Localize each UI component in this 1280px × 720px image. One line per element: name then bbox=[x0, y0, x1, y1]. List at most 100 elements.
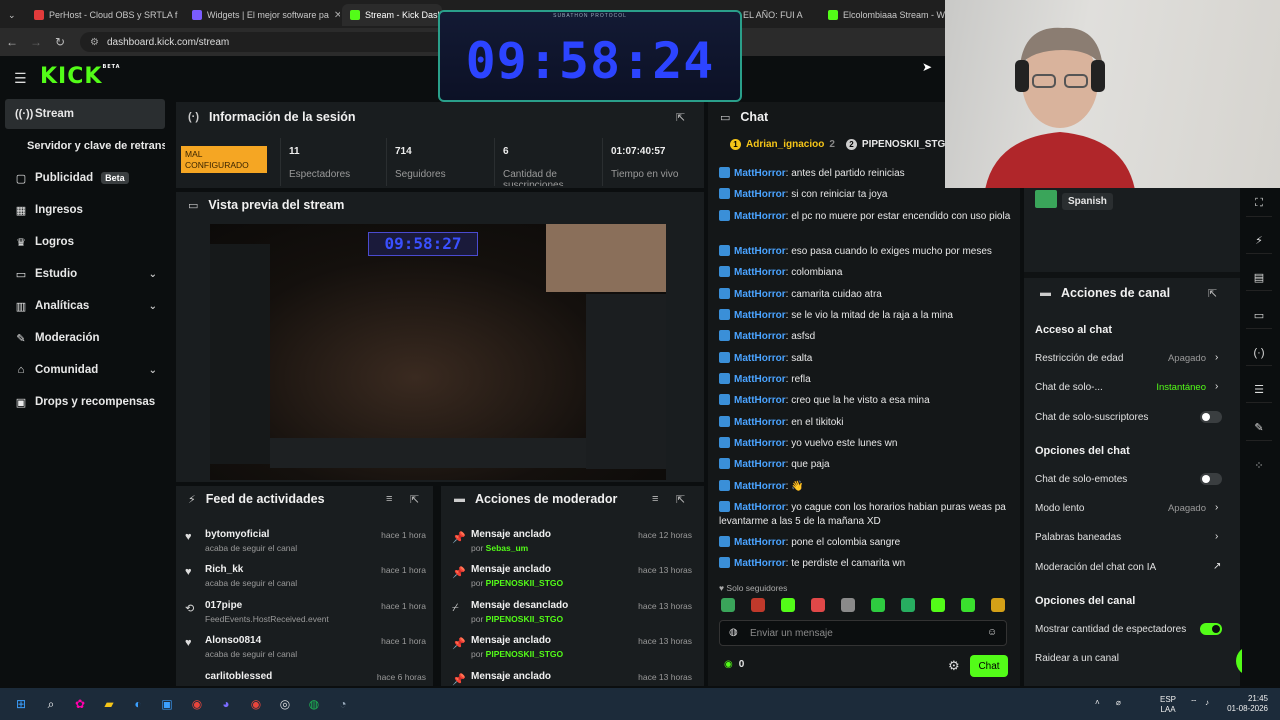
sidebar-item-comunidad[interactable]: ⌂ Comunidad ⌄ bbox=[5, 355, 165, 385]
apps-icon[interactable]: ⁘ bbox=[1246, 452, 1272, 478]
chrome-icon[interactable]: ◉ bbox=[189, 696, 205, 712]
list-icon[interactable]: ☰ bbox=[1246, 377, 1272, 403]
emote-icon[interactable] bbox=[961, 598, 975, 612]
wifi-icon[interactable]: ⌔ bbox=[1190, 698, 1198, 708]
raid-label[interactable]: Raidear a un canal bbox=[1035, 653, 1119, 664]
browser-tab-3[interactable]: Stream - Kick Dashbo bbox=[342, 4, 442, 26]
community-icon: ⌂ bbox=[17, 364, 25, 376]
file-explorer-icon[interactable]: ▰ bbox=[101, 696, 117, 712]
windows-start-icon[interactable]: ⊞ bbox=[13, 696, 29, 712]
sidebar-item-ingresos[interactable]: ▦ Ingresos bbox=[5, 195, 165, 225]
stream-preview-video[interactable]: 09:58:27 bbox=[210, 224, 666, 480]
obs-icon[interactable]: ◎ bbox=[277, 696, 293, 712]
keyboard-language[interactable]: ESP LAA bbox=[1160, 695, 1176, 715]
feed-item-name[interactable]: Rich_kk bbox=[205, 564, 243, 575]
wrench-icon[interactable]: ✎ bbox=[1246, 415, 1272, 441]
host-icon: ⟲ bbox=[185, 603, 195, 615]
popout-icon[interactable]: ⇱ bbox=[676, 493, 685, 506]
ai-moderation-label[interactable]: Moderación del chat con IA bbox=[1035, 562, 1156, 573]
chat-message-input[interactable]: Enviar un mensaje bbox=[719, 620, 1007, 646]
network-icon[interactable]: ⌀ bbox=[1116, 698, 1121, 708]
site-info-icon[interactable]: ⚙ bbox=[90, 37, 99, 48]
popout-icon[interactable]: ⇱ bbox=[1208, 287, 1217, 300]
external-link-icon[interactable]: ↗ bbox=[1213, 561, 1221, 572]
filter-icon[interactable]: ≡ bbox=[652, 493, 658, 505]
clip-icon[interactable]: ⛶ bbox=[1246, 191, 1272, 217]
chevron-right-icon[interactable]: › bbox=[1215, 502, 1218, 513]
popout-icon[interactable]: ⇱ bbox=[410, 493, 419, 506]
sidebar-item-drops[interactable]: ▣ Drops y recompensas bbox=[5, 387, 165, 417]
browser-tab-1[interactable]: PerHost - Cloud OBS y SRTLA f✕ bbox=[26, 4, 182, 26]
close-icon[interactable]: ✕ bbox=[334, 10, 340, 21]
preview-webcam-image bbox=[546, 224, 666, 292]
popout-icon[interactable]: ⇱ bbox=[676, 111, 685, 124]
reload-icon[interactable]: ↻ bbox=[48, 35, 72, 49]
sidebar-item-publicidad[interactable]: ▢ Publicidad Beta bbox=[5, 163, 165, 193]
send-chat-button[interactable]: Chat bbox=[970, 655, 1008, 677]
chat-solo-label[interactable]: Chat de solo-... bbox=[1035, 382, 1103, 393]
gear-icon[interactable]: ⚙ bbox=[948, 658, 960, 674]
channel-points[interactable]: ◉ 0 bbox=[724, 659, 744, 670]
filter-icon[interactable]: ≡ bbox=[386, 493, 392, 505]
tab-search-dropdown[interactable]: ⌄ bbox=[0, 4, 24, 26]
menu-icon[interactable]: ☰ bbox=[14, 70, 27, 87]
forward-icon[interactable]: → bbox=[24, 35, 48, 49]
sidebar-item-analiticas[interactable]: ▥ Analíticas ⌄ bbox=[5, 291, 165, 321]
slow-mode-label[interactable]: Modo lento bbox=[1035, 503, 1084, 514]
chat-message: MattHorror: te perdiste el camarita wn bbox=[719, 557, 1014, 571]
emote-icon[interactable] bbox=[991, 598, 1005, 612]
discord-icon[interactable]: ◕ bbox=[218, 696, 234, 712]
emote-icon[interactable] bbox=[841, 598, 855, 612]
pin-icon: 📌 bbox=[452, 567, 466, 579]
emote-icon[interactable] bbox=[721, 598, 735, 612]
banned-words-label[interactable]: Palabras baneadas bbox=[1035, 532, 1121, 543]
show-viewers-toggle[interactable] bbox=[1200, 623, 1222, 635]
chevron-right-icon[interactable]: › bbox=[1215, 381, 1218, 392]
age-restriction-label[interactable]: Restricción de edad bbox=[1035, 353, 1123, 364]
webcam-overlay-image bbox=[945, 0, 1280, 188]
sidebar-item-server-key[interactable]: Servidor y clave de retransmisión bbox=[5, 131, 165, 161]
search-icon[interactable]: ⌕ bbox=[43, 696, 59, 712]
emoji-icon[interactable]: ☺ bbox=[987, 627, 997, 638]
kick-logo[interactable]: KICKBETA bbox=[40, 64, 121, 89]
steam-icon[interactable]: ◔ bbox=[335, 696, 351, 712]
chevron-right-icon[interactable]: › bbox=[1215, 531, 1218, 542]
sidebar-item-stream[interactable]: ((·)) Stream bbox=[5, 99, 165, 129]
emote-icon[interactable] bbox=[811, 598, 825, 612]
spotify-icon[interactable]: ◍ bbox=[306, 696, 322, 712]
chat-message: MattHorror: se le vio la mitad de la raj… bbox=[719, 309, 1014, 323]
sidebar-item-moderacion[interactable]: ✎ Moderación bbox=[5, 323, 165, 353]
emotes-only-toggle[interactable] bbox=[1200, 473, 1222, 485]
feed-item-name[interactable]: bytomyoficial bbox=[205, 529, 269, 540]
browser-tab-2[interactable]: Widgets | El mejor software pa ✕ bbox=[184, 4, 340, 26]
chevron-right-icon[interactable]: › bbox=[1215, 352, 1218, 363]
language-tag[interactable]: Spanish bbox=[1062, 193, 1113, 210]
moderator-badge-icon bbox=[719, 288, 730, 299]
feed-item-name[interactable]: 017pipe bbox=[205, 600, 242, 611]
emote-icon[interactable] bbox=[931, 598, 945, 612]
feed-item-name[interactable]: carlitoblessed bbox=[205, 671, 272, 682]
back-icon[interactable]: ← bbox=[0, 35, 24, 49]
subs-only-toggle[interactable] bbox=[1200, 411, 1222, 423]
emote-icon[interactable] bbox=[751, 598, 765, 612]
volume-icon[interactable]: ♪ bbox=[1205, 698, 1209, 708]
copilot-icon[interactable]: ✿ bbox=[72, 696, 88, 712]
sidebar-item-estudio[interactable]: ▭ Estudio ⌄ bbox=[5, 259, 165, 289]
browser-tab-5[interactable]: Elcolombiaaa Stream - Wat bbox=[820, 4, 945, 26]
bolt-icon[interactable]: ⚡ bbox=[1246, 228, 1272, 254]
chat-bubble-icon[interactable]: ▭ bbox=[1246, 303, 1272, 329]
emote-icon[interactable] bbox=[781, 598, 795, 612]
feed-item-name[interactable]: Alonso0814 bbox=[205, 635, 261, 646]
tray-chevron-icon[interactable]: ˄ bbox=[1095, 698, 1100, 708]
browser-tab-4[interactable]: EL AÑO: FUI A bbox=[735, 4, 815, 26]
emote-icon[interactable] bbox=[871, 598, 885, 612]
trophy-icon: ♛ bbox=[16, 236, 26, 249]
emote-icon[interactable] bbox=[901, 598, 915, 612]
edge-icon[interactable]: ◐ bbox=[130, 696, 146, 712]
document-icon[interactable]: ▤ bbox=[1246, 265, 1272, 291]
store-icon[interactable]: ▣ bbox=[159, 696, 175, 712]
sidebar-item-logros[interactable]: ♛ Logros bbox=[5, 227, 165, 257]
clock[interactable]: 21:45 01-08-2026 bbox=[1222, 694, 1268, 714]
chrome-active-icon[interactable]: ◉ bbox=[248, 696, 264, 712]
broadcast-icon[interactable]: (·) bbox=[1246, 340, 1272, 366]
